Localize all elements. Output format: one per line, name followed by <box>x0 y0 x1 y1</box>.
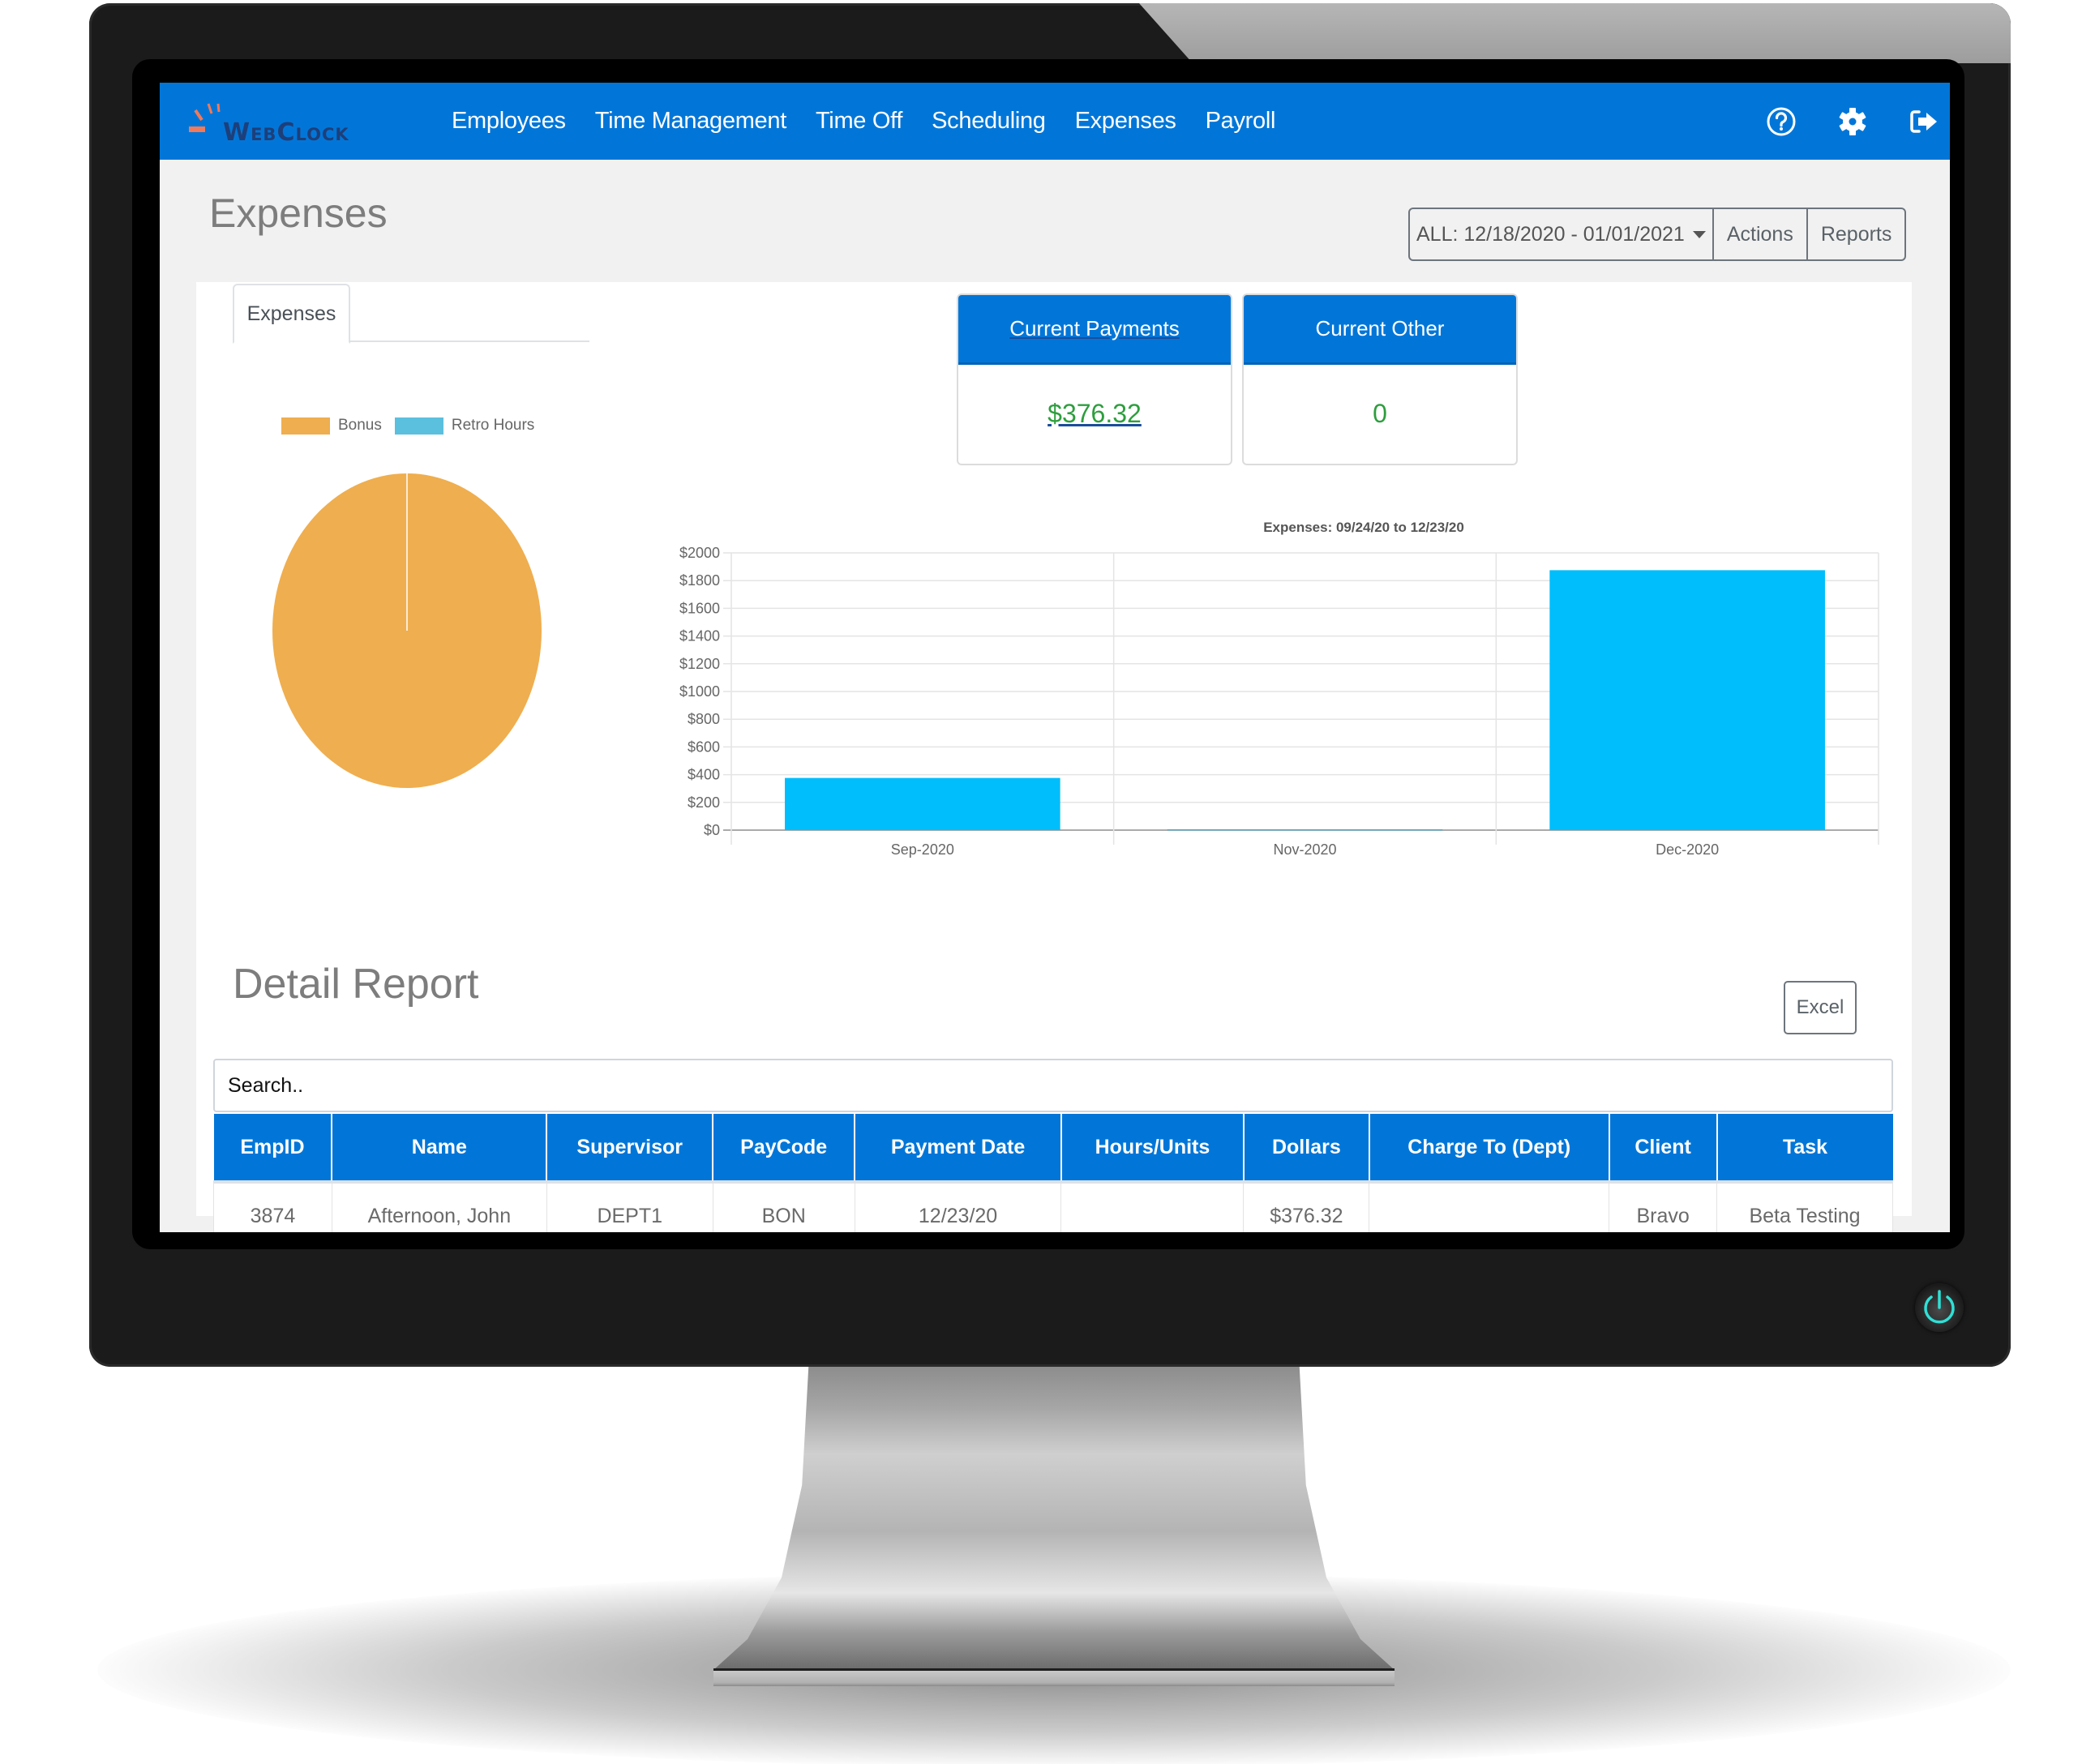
y-tick-label: $1400 <box>679 628 720 644</box>
monitor-stand <box>713 1362 1395 1670</box>
x-tick-label: Dec-2020 <box>1656 841 1719 858</box>
x-tick-label: Nov-2020 <box>1273 841 1336 858</box>
main-nav: Employees Time Management Time Off Sched… <box>452 83 1305 160</box>
column-header-task[interactable]: Task <box>1716 1114 1893 1184</box>
power-icon <box>1924 1290 1955 1324</box>
help-button[interactable] <box>1763 104 1799 139</box>
top-navbar: WebClock Employees Time Management Time … <box>160 83 1950 160</box>
reports-button[interactable]: Reports <box>1806 209 1905 259</box>
nav-time-off[interactable]: Time Off <box>816 108 902 135</box>
table-body: 3874 Afternoon, John DEPT1 BON 12/23/20 $376.… <box>213 1182 1893 1232</box>
logout-icon <box>1910 109 1937 133</box>
kpi-header: Current Other <box>1244 295 1516 365</box>
tab-expenses[interactable]: Expenses <box>233 284 350 344</box>
legend-item-retro-hours[interactable]: Retro Hours <box>394 417 535 435</box>
toolbar: ALL: 12/18/2020 - 01/01/2021 Actions Rep… <box>1408 208 1907 261</box>
bar-nov-2020[interactable] <box>1167 829 1443 831</box>
y-tick-label: $0 <box>704 822 720 838</box>
kpi-title-link[interactable]: Current Payments <box>1009 316 1180 341</box>
kpi-card-current-other: Current Other 0 <box>1242 293 1518 465</box>
bar-chart: Expenses: 09/24/20 to 12/23/20 $0 $200 $400… <box>650 517 1915 874</box>
x-tick-label: Sep-2020 <box>891 841 954 858</box>
bezel-glare <box>1139 3 2011 63</box>
nav-time-management[interactable]: Time Management <box>595 108 787 135</box>
logout-button[interactable] <box>1906 104 1942 139</box>
caret-down-icon <box>1692 230 1706 238</box>
nav-scheduling[interactable]: Scheduling <box>932 108 1046 135</box>
cell-task: Beta Testing <box>1716 1182 1893 1232</box>
detail-report-title: Detail Report <box>233 961 479 1008</box>
pie-legend: Bonus Retro Hours <box>281 417 547 435</box>
kpi-card-current-payments: Current Payments $376.32 <box>957 293 1232 465</box>
column-header-hours-units[interactable]: Hours/Units <box>1060 1114 1244 1184</box>
tab-bar: Expenses <box>233 284 589 344</box>
y-tick-label: $800 <box>688 711 720 727</box>
column-header-supervisor[interactable]: Supervisor <box>546 1114 713 1184</box>
cell-client: Bravo <box>1609 1182 1717 1232</box>
y-tick-label: $200 <box>688 794 720 811</box>
legend-item-bonus[interactable]: Bonus <box>281 417 382 435</box>
column-header-name[interactable]: Name <box>331 1114 547 1184</box>
y-tick-label: $400 <box>688 767 720 783</box>
kpi-body: $376.32 <box>958 365 1231 462</box>
date-range-dropdown[interactable]: ALL: 12/18/2020 - 01/01/2021 <box>1410 209 1712 259</box>
gear-icon <box>1839 107 1866 135</box>
kpi-body: 0 <box>1244 365 1516 462</box>
column-header-dollars[interactable]: Dollars <box>1242 1114 1369 1184</box>
legend-swatch-retro-hours <box>394 417 443 435</box>
y-tick-label: $1200 <box>679 656 720 672</box>
table-header-row: EmpID Name Supervisor PayCode Payment Date Ho… <box>213 1114 1893 1184</box>
nav-employees[interactable]: Employees <box>452 108 566 135</box>
nav-payroll[interactable]: Payroll <box>1206 108 1276 135</box>
y-tick-label: $1000 <box>679 683 720 700</box>
column-header-charge-to-dept[interactable]: Charge To (Dept) <box>1368 1114 1609 1184</box>
legend-label-retro-hours: Retro Hours <box>451 417 535 434</box>
page-title: Expenses <box>209 191 388 236</box>
cell-charge-to-dept <box>1369 1182 1609 1232</box>
column-header-paycode[interactable]: PayCode <box>712 1114 855 1184</box>
search-input[interactable] <box>213 1059 1893 1112</box>
kpi-value: 0 <box>1373 398 1387 428</box>
cell-hours-units <box>1060 1182 1244 1232</box>
bar-chart-title: Expenses: 09/24/20 to 12/23/20 <box>1263 520 1464 535</box>
monitor-stand-base <box>713 1668 1395 1686</box>
pie-chart <box>269 469 545 793</box>
column-header-client[interactable]: Client <box>1608 1114 1717 1184</box>
cell-payment-date: 12/23/20 <box>854 1182 1061 1232</box>
cell-empid: 3874 <box>213 1182 332 1232</box>
nav-icon-group <box>1728 83 1942 160</box>
excel-export-button[interactable]: Excel <box>1784 981 1857 1034</box>
column-header-empid[interactable]: EmpID <box>213 1114 332 1184</box>
detail-table: EmpID Name Supervisor PayCode Payment Date Ho… <box>213 1114 1893 1232</box>
cell-supervisor: DEPT1 <box>546 1182 713 1232</box>
bar-sep-2020[interactable] <box>785 777 1060 830</box>
legend-label-bonus: Bonus <box>338 417 382 434</box>
y-tick-label: $1800 <box>679 572 720 589</box>
kpi-header: Current Payments <box>958 295 1231 365</box>
nav-expenses[interactable]: Expenses <box>1075 108 1176 135</box>
cell-paycode: BON <box>712 1182 855 1232</box>
kpi-title: Current Other <box>1315 316 1445 340</box>
webclock-logo[interactable]: WebClock <box>187 94 374 151</box>
column-header-payment-date[interactable]: Payment Date <box>854 1114 1061 1184</box>
cell-name: Afternoon, John <box>331 1182 547 1232</box>
help-icon <box>1767 107 1796 135</box>
date-range-label: ALL: 12/18/2020 - 01/01/2021 <box>1416 222 1685 246</box>
content-panel: Expenses Bonus Retro Hours Current Payme… <box>196 282 1915 1232</box>
y-tick-label: $2000 <box>679 545 720 561</box>
table-row[interactable]: 3874 Afternoon, John DEPT1 BON 12/23/20 $376.… <box>213 1182 1893 1232</box>
app-screen: WebClock Employees Time Management Time … <box>160 83 1950 1232</box>
y-tick-label: $600 <box>688 739 720 755</box>
power-button[interactable] <box>1915 1283 1964 1332</box>
cell-dollars: $376.32 <box>1243 1182 1369 1232</box>
bar-dec-2020[interactable] <box>1549 570 1825 830</box>
kpi-value-link[interactable]: $376.32 <box>1048 399 1142 429</box>
y-tick-label: $1600 <box>679 600 720 616</box>
legend-swatch-bonus <box>281 417 330 435</box>
bar-chart-svg: Expenses: 09/24/20 to 12/23/20 $0 $200 $400… <box>679 520 1879 858</box>
actions-button[interactable]: Actions <box>1712 209 1806 259</box>
pie-chart-svg <box>272 473 542 788</box>
logo-text: WebClock <box>223 118 349 147</box>
settings-button[interactable] <box>1835 104 1870 139</box>
